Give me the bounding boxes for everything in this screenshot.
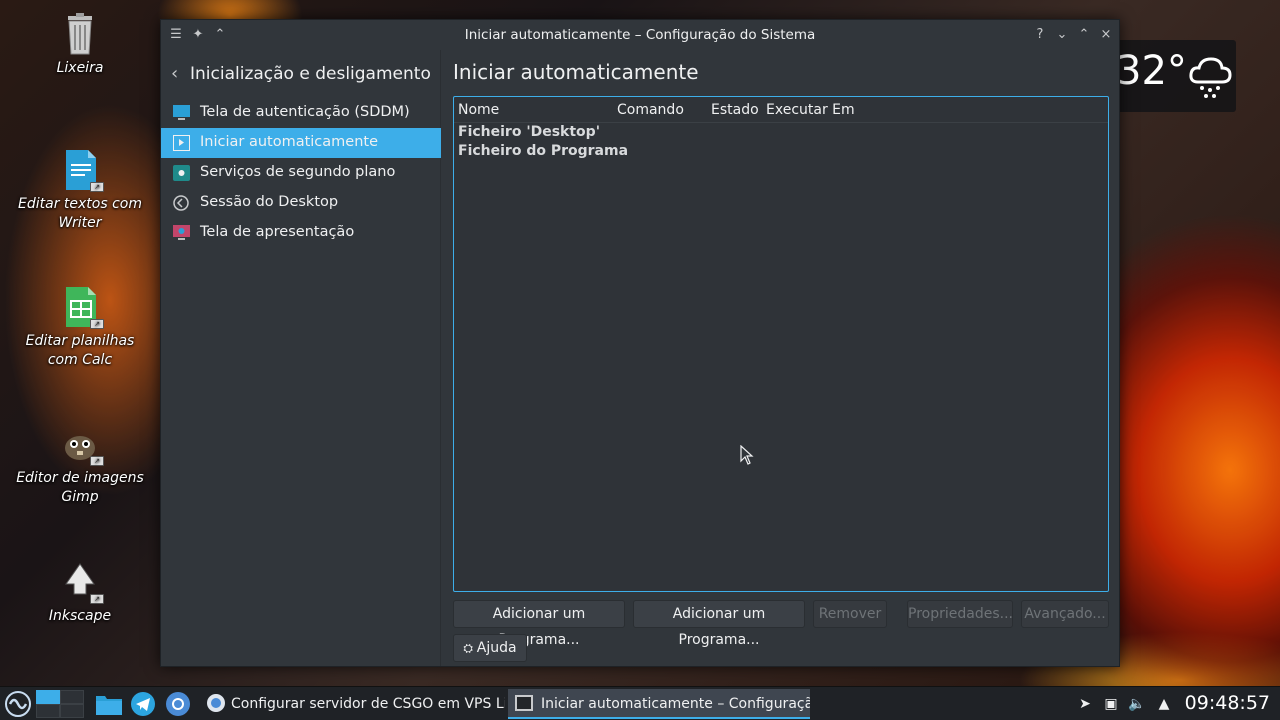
shortcut-badge-icon: ↗ — [90, 182, 104, 192]
shortcut-badge-icon: ↗ — [90, 456, 104, 466]
application-launcher-icon[interactable] — [4, 690, 32, 718]
list-group-desktop-file[interactable]: Ficheiro 'Desktop' — [458, 124, 600, 140]
help-icon: ⛭ — [463, 641, 477, 655]
chromium-task-icon — [207, 694, 225, 712]
calc-spreadsheet-icon: ↗ — [60, 285, 104, 329]
desktop-icon-label: Inkscape — [48, 608, 112, 624]
sidebar-item-sddm[interactable]: Tela de autenticação (SDDM) — [161, 98, 441, 128]
system-settings-window: ☰ ✦ ⌃ Iniciar automaticamente – Configur… — [160, 19, 1120, 667]
services-icon — [173, 165, 190, 181]
pager-desktop-2[interactable] — [60, 690, 84, 704]
close-button[interactable]: × — [1097, 26, 1115, 44]
autostart-icon — [173, 135, 190, 151]
sidebar-item-label: Serviços de segundo plano — [200, 164, 396, 180]
volume-tray-icon[interactable]: 🔈 — [1128, 695, 1146, 713]
desktop-icon-label: Editar planilhas com Calc — [25, 333, 135, 368]
telegram-tray-icon[interactable]: ➤ — [1076, 695, 1094, 713]
sidebar-item-label: Iniciar automaticamente — [200, 134, 379, 150]
add-script-button[interactable]: Adicionar um Programa... — [633, 600, 805, 648]
autostart-page: Iniciar automaticamente Nome Comando Est… — [443, 50, 1119, 666]
maximize-button[interactable]: ⌃ — [1075, 26, 1093, 44]
column-header-name[interactable]: Nome — [458, 102, 499, 118]
autostart-list[interactable]: Nome Comando Estado Executar Em Ficheiro… — [453, 96, 1109, 592]
desktop-icon-gimp[interactable]: ↗ Editor de imagens Gimp — [10, 422, 150, 507]
rain-cloud-icon — [1186, 54, 1234, 104]
desktop-icon-label: Editor de imagens Gimp — [16, 470, 144, 505]
sidebar-item-label: Tela de autenticação (SDDM) — [200, 104, 410, 120]
page-title: Iniciar automaticamente — [453, 60, 699, 84]
column-header-command[interactable]: Comando — [617, 102, 684, 118]
window-title: Iniciar automaticamente – Configuração d… — [464, 27, 816, 43]
shortcut-badge-icon: ↗ — [90, 594, 104, 604]
help-button-bottom[interactable]: ⛭ Ajuda — [453, 634, 527, 662]
sidebar-item-background-services[interactable]: Serviços de segundo plano — [161, 158, 441, 188]
sidebar-item-splash-screen[interactable]: Tela de apresentação — [161, 218, 441, 248]
sidebar-category-title: Inicialização e desligamento — [190, 64, 431, 84]
pager-desktop-3[interactable] — [36, 704, 60, 718]
pager-desktop-1[interactable] — [36, 690, 60, 704]
sidebar-item-label: Tela de apresentação — [200, 224, 355, 240]
task-label: Configurar servidor de CSGO em VPS Li... — [231, 696, 505, 712]
chromium-icon[interactable] — [165, 691, 191, 720]
task-label: Iniciar automaticamente – Configuraçã... — [541, 696, 810, 712]
sidebar-item-desktop-session[interactable]: Sessão do Desktop — [161, 188, 441, 218]
shortcut-badge-icon: ↗ — [90, 319, 104, 329]
trash-icon — [60, 12, 100, 56]
desktop-icon-label: Editar textos com Writer — [18, 196, 142, 231]
back-arrow-icon[interactable]: ‹ — [171, 63, 178, 84]
task-system-settings[interactable]: Iniciar automaticamente – Configuraçã... — [508, 689, 810, 719]
settings-sidebar: ‹ Inicialização e desligamento Tela de a… — [161, 50, 441, 666]
desktop-icon-inkscape[interactable]: ↗ Inkscape — [10, 560, 150, 626]
desktop-icon-writer[interactable]: ↗ Editar textos com Writer — [10, 148, 150, 233]
weather-temperature: 32° — [1116, 48, 1187, 94]
sidebar-item-label: Sessão do Desktop — [200, 194, 339, 210]
virtual-desktop-pager[interactable] — [36, 690, 84, 718]
telegram-icon[interactable] — [130, 691, 156, 720]
writer-document-icon: ↗ — [60, 148, 104, 192]
desktop-icon-label: Lixeira — [56, 60, 104, 76]
splash-screen-icon — [173, 225, 190, 241]
add-program-button[interactable]: Adicionar um Programa... — [453, 600, 625, 648]
sidebar-back-header[interactable]: ‹ Inicialização e desligamento — [161, 50, 440, 98]
weather-widget[interactable]: 32° — [1104, 40, 1236, 112]
desktop-icon-calc[interactable]: ↗ Editar planilhas com Calc — [10, 285, 150, 370]
advanced-button[interactable]: Avançado... — [1021, 600, 1109, 628]
sidebar-item-autostart[interactable]: Iniciar automaticamente — [161, 128, 441, 158]
window-titlebar[interactable]: ☰ ✦ ⌃ Iniciar automaticamente – Configur… — [161, 20, 1119, 50]
column-header-status[interactable]: Estado — [711, 102, 759, 118]
properties-button[interactable]: Propriedades... — [907, 600, 1013, 628]
remove-button[interactable]: Remover — [813, 600, 887, 628]
taskbar: Configurar servidor de CSGO em VPS Li...… — [0, 686, 1280, 720]
list-header: Nome Comando Estado Executar Em — [454, 97, 1108, 123]
help-button[interactable]: ? — [1031, 26, 1049, 44]
task-browser[interactable]: Configurar servidor de CSGO em VPS Li... — [200, 689, 505, 719]
pager-desktop-4[interactable] — [60, 704, 84, 718]
session-icon — [173, 195, 190, 211]
mouse-cursor-icon — [740, 445, 754, 465]
list-group-program-file[interactable]: Ficheiro do Programa — [458, 143, 628, 159]
desktop-icon-trash[interactable]: Lixeira — [10, 12, 150, 78]
gimp-icon: ↗ — [60, 422, 104, 466]
column-header-run-on[interactable]: Executar Em — [766, 102, 855, 118]
settings-task-icon — [515, 695, 533, 711]
help-button-label: Ajuda — [476, 640, 517, 656]
clock[interactable]: 09:48:57 — [1185, 692, 1270, 714]
expand-tray-icon[interactable]: ▲ — [1155, 695, 1173, 713]
minimize-button[interactable]: ⌄ — [1053, 26, 1071, 44]
file-manager-icon[interactable] — [95, 691, 123, 720]
monitor-login-icon — [173, 105, 190, 121]
inkscape-icon: ↗ — [60, 560, 104, 604]
network-tray-icon[interactable]: ▣ — [1102, 695, 1120, 713]
